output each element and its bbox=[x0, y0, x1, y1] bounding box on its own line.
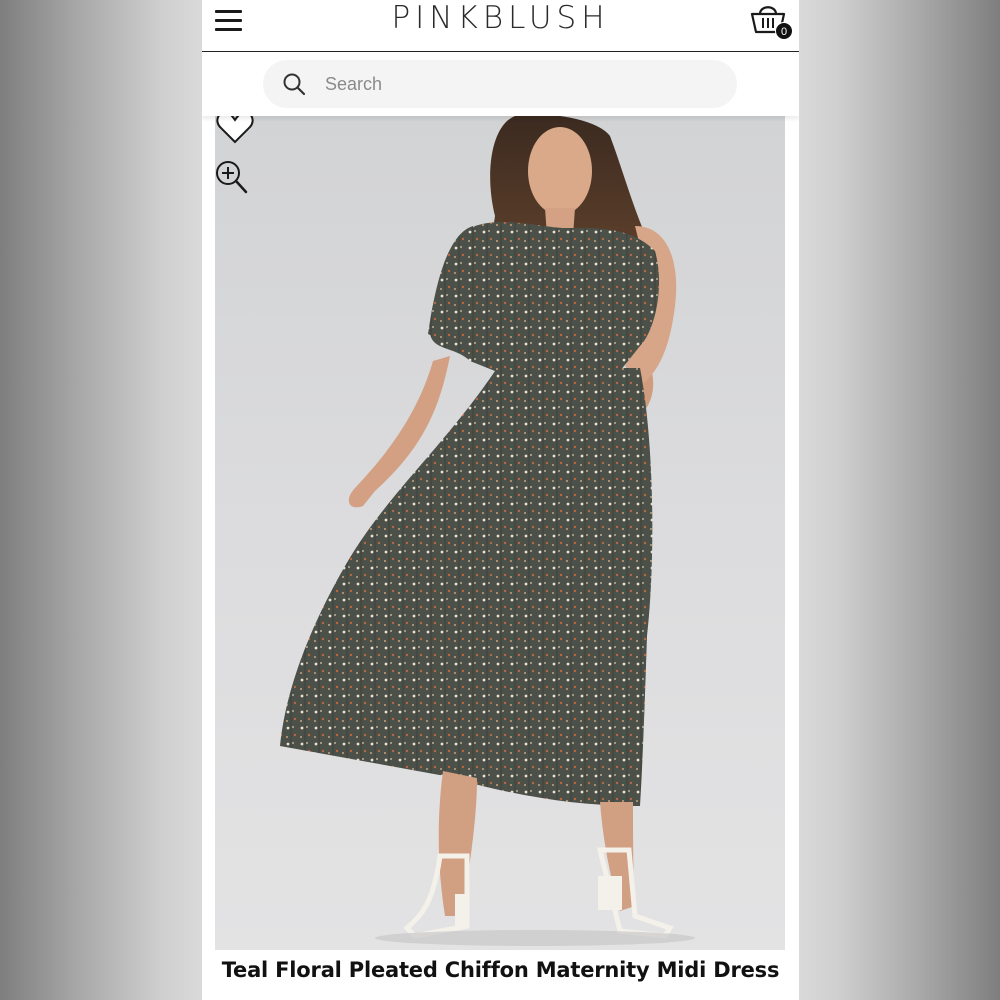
cart-count-badge: 0 bbox=[775, 22, 793, 40]
background-right bbox=[798, 0, 1000, 1000]
site-header: PINKBLUSH 0 bbox=[202, 0, 799, 52]
product-title: Teal Floral Pleated Chiffon Maternity Mi… bbox=[221, 958, 780, 982]
heart-icon[interactable] bbox=[215, 116, 255, 144]
search-icon[interactable] bbox=[281, 71, 307, 97]
search-field[interactable] bbox=[263, 60, 737, 108]
phone-screen: PINKBLUSH 0 Search Teal Floral Pleated C… bbox=[202, 0, 799, 1000]
cart-button[interactable]: 0 bbox=[748, 0, 796, 44]
background-left bbox=[0, 0, 202, 1000]
zoom-in-icon[interactable] bbox=[215, 160, 249, 196]
brand-logo[interactable]: PINKBLUSH bbox=[202, 0, 799, 35]
product-image[interactable] bbox=[215, 116, 785, 950]
search-input[interactable] bbox=[325, 60, 715, 108]
search-bar bbox=[202, 53, 799, 116]
model-photo bbox=[280, 116, 695, 946]
